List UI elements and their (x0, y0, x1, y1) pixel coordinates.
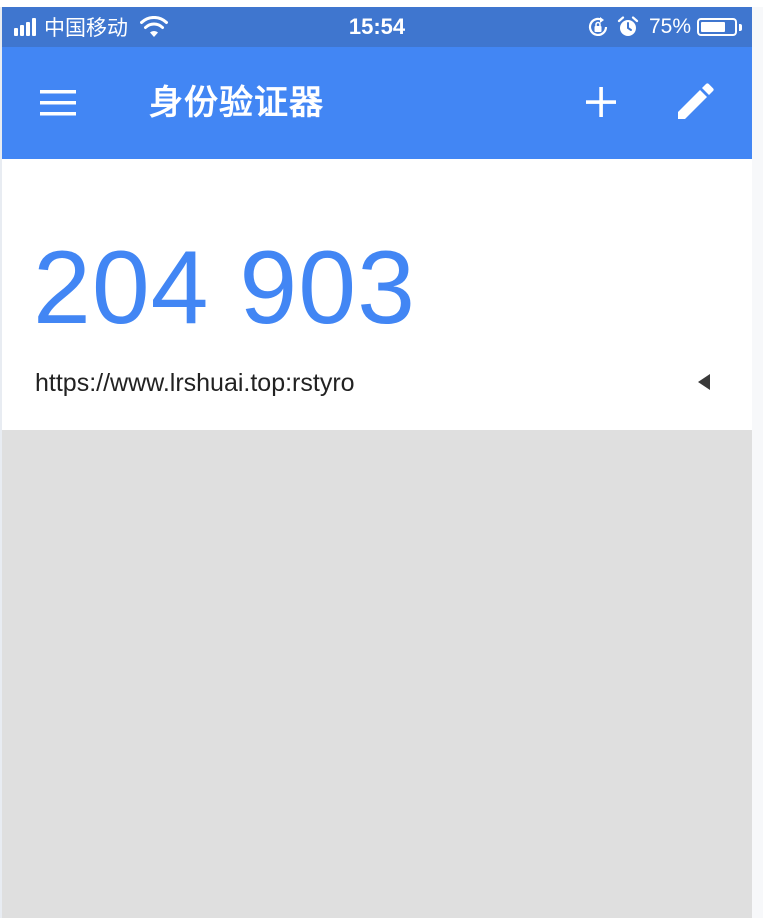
app-bar: 身份验证器 (2, 47, 752, 159)
window-right-edge (752, 7, 763, 918)
battery-nub (739, 23, 742, 31)
account-card[interactable]: 204 903 https://www.lrshuai.top:rstyro (2, 159, 752, 430)
add-account-button[interactable] (576, 77, 626, 127)
page-title: 身份验证器 (149, 84, 324, 122)
status-bar: 中国移动 15:54 75% (2, 7, 752, 47)
alarm-icon (617, 16, 639, 36)
menu-icon (40, 90, 76, 116)
battery-icon (697, 18, 737, 36)
carrier-name: 中国移动 (44, 17, 128, 40)
add-icon (586, 87, 616, 117)
rotation-lock-icon (588, 17, 608, 36)
battery-level (701, 22, 725, 32)
signal-icon (14, 18, 38, 36)
edit-icon (678, 83, 714, 119)
edit-button[interactable] (670, 77, 720, 127)
battery-percent: 75% (648, 15, 691, 38)
otp-code[interactable]: 204 903 (33, 229, 416, 347)
window-top-edge (0, 0, 763, 7)
wifi-icon (140, 16, 168, 37)
phone-screen: 中国移动 15:54 75% 身份验证器 204 903 https://www… (2, 7, 752, 918)
account-name: https://www.lrshuai.top:rstyro (35, 369, 355, 397)
status-right: 75% (579, 7, 742, 47)
countdown-timer-icon (698, 374, 710, 390)
menu-button[interactable] (28, 81, 84, 125)
status-left: 中国移动 (14, 7, 168, 47)
